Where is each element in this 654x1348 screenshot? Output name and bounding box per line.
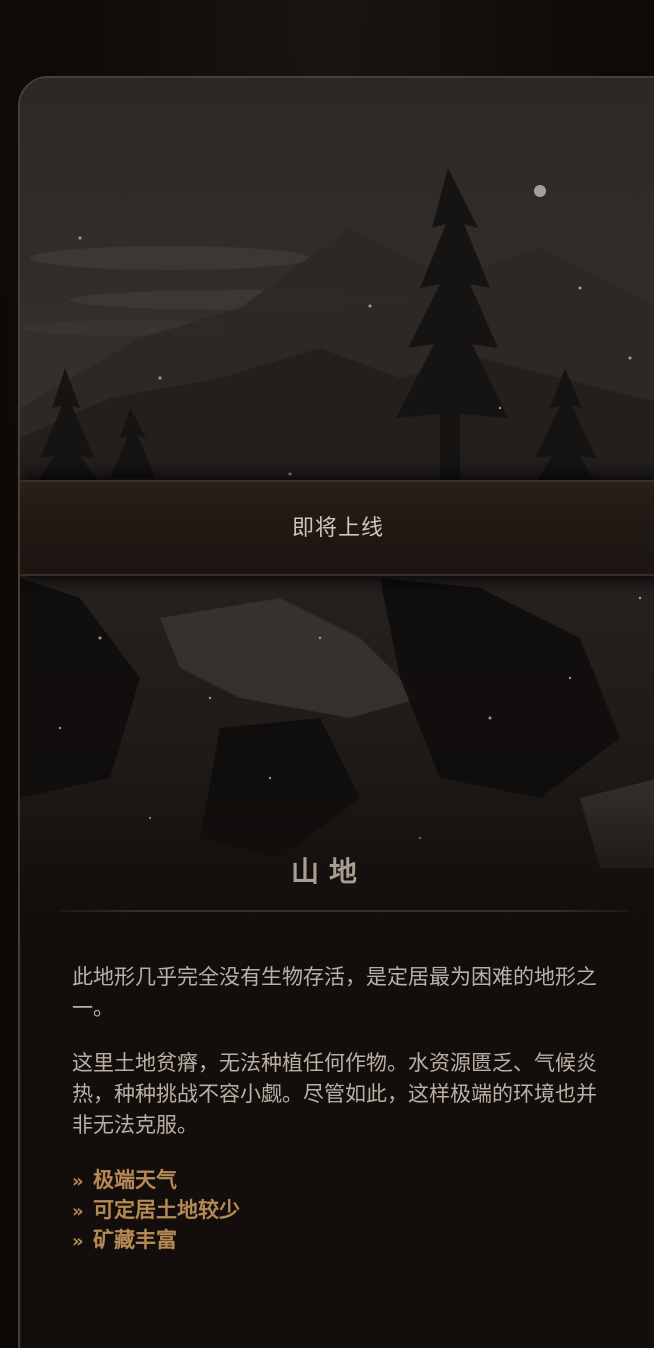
coming-soon-label: 即将上线 <box>292 516 385 541</box>
coming-soon-banner: 即将上线 <box>20 480 654 576</box>
biome-description-2: 这里土地贫瘠，无法种植任何作物。水资源匮乏、气候炎热，种种挑战不容小觑。尽管如此… <box>72 1051 597 1137</box>
chevron-right-icon: » <box>72 1231 84 1252</box>
feature-item: » 可定居土地较少 <box>72 1198 240 1222</box>
biome-card-mountain[interactable]: 即将上线 山地 此地形几乎完全没有生物存活，是定居最为困难的地形之一。 这里土地… <box>18 76 654 1348</box>
biome-description-1: 此地形几乎完全没有生物存活，是定居最为困难的地形之一。 <box>72 965 597 1020</box>
feature-item: » 极端天气 <box>72 1168 177 1192</box>
chevron-right-icon: » <box>72 1171 84 1192</box>
feature-item: » 矿藏丰富 <box>72 1228 177 1252</box>
biome-title: 山地 <box>290 855 367 888</box>
feature-list: » 极端天气 » 可定居土地较少 » 矿藏丰富 <box>72 1166 240 1256</box>
title-divider <box>58 910 630 912</box>
page: 即将上线 山地 此地形几乎完全没有生物存活，是定居最为困难的地形之一。 这里土地… <box>0 0 654 1348</box>
chevron-right-icon: » <box>72 1201 84 1222</box>
